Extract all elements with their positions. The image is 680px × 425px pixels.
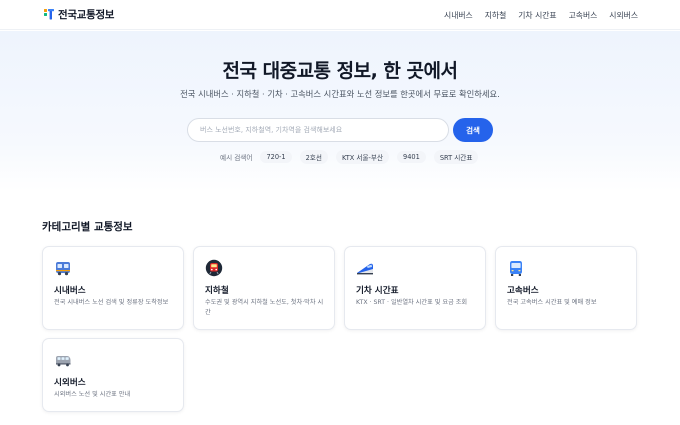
intercity-bus-icon (56, 356, 71, 367)
card-description: 수도권 및 광역시 지하철 노선도, 첫차·막차 시간 (205, 299, 324, 316)
subway-icon (205, 259, 223, 277)
hero-title: 전국 대중교통 정보, 한 곳에서 (222, 60, 458, 82)
hero-section (0, 31, 680, 191)
category-section-title: 카테고리별 교통정보 (42, 221, 133, 233)
card-description: 전국 고속버스 시간표 및 예매 정보 (507, 299, 597, 306)
example-chip-720-1[interactable]: 720-1 (260, 151, 292, 163)
train-icon (357, 263, 373, 275)
category-card-train[interactable]: 기차 시간표 KTX · SRT · 일반열차 시간표 및 요금 조회 (344, 246, 486, 330)
example-chip-line-2[interactable]: 2호선 (299, 150, 328, 164)
main-nav: 시내버스 지하철 기차 시간표 고속버스 시외버스 (432, 10, 638, 21)
card-title: 기차 시간표 (356, 286, 399, 296)
example-chip-srt[interactable]: SRT 시간표 (433, 150, 479, 164)
examples-label: 예시 검색어 (220, 154, 253, 162)
card-description: 시외버스 노선 및 시간표 안내 (54, 391, 131, 398)
site-logo[interactable]: 전국교통정보 (43, 7, 114, 22)
nav-subway[interactable]: 지하철 (485, 10, 507, 21)
card-title: 시내버스 (54, 286, 86, 296)
category-card-express-bus[interactable]: 고속버스 전국 고속버스 시간표 및 예매 정보 (495, 246, 637, 330)
logo-icon (44, 9, 54, 20)
nav-express-bus[interactable]: 고속버스 (569, 10, 598, 21)
nav-train[interactable]: 기차 시간표 (518, 10, 556, 21)
site-header: 전국교통정보 시내버스 지하철 기차 시간표 고속버스 시외버스 (0, 0, 680, 30)
card-title: 지하철 (205, 286, 229, 296)
example-searches: 예시 검색어 720-1 2호선 KTX 서울-부산 9401 SRT 시간표 (220, 150, 486, 164)
category-card-intercity-bus[interactable]: 시외버스 시외버스 노선 및 시간표 안내 (42, 338, 184, 412)
card-description: 전국 시내버스 노선 검색 및 정류장 도착정보 (54, 299, 169, 306)
search-button[interactable]: 검색 (453, 118, 493, 142)
category-card-subway[interactable]: 지하철 수도권 및 광역시 지하철 노선도, 첫차·막차 시간 (193, 246, 335, 330)
card-title: 시외버스 (54, 378, 86, 388)
express-bus-icon (510, 261, 522, 276)
search-input[interactable] (187, 118, 449, 142)
card-title: 고속버스 (507, 286, 539, 296)
example-chip-9401[interactable]: 9401 (397, 151, 426, 163)
nav-city-bus[interactable]: 시내버스 (444, 10, 473, 21)
city-bus-icon (56, 262, 70, 276)
example-chip-ktx[interactable]: KTX 서울-부산 (335, 150, 390, 164)
category-card-city-bus[interactable]: 시내버스 전국 시내버스 노선 검색 및 정류장 도착정보 (42, 246, 184, 330)
logo-text: 전국교통정보 (58, 9, 115, 21)
nav-intercity-bus[interactable]: 시외버스 (609, 10, 638, 21)
hero-subtitle: 전국 시내버스 · 지하철 · 기차 · 고속버스 시간표와 노선 정보를 한곳… (180, 89, 500, 99)
card-description: KTX · SRT · 일반열차 시간표 및 요금 조회 (356, 299, 468, 306)
